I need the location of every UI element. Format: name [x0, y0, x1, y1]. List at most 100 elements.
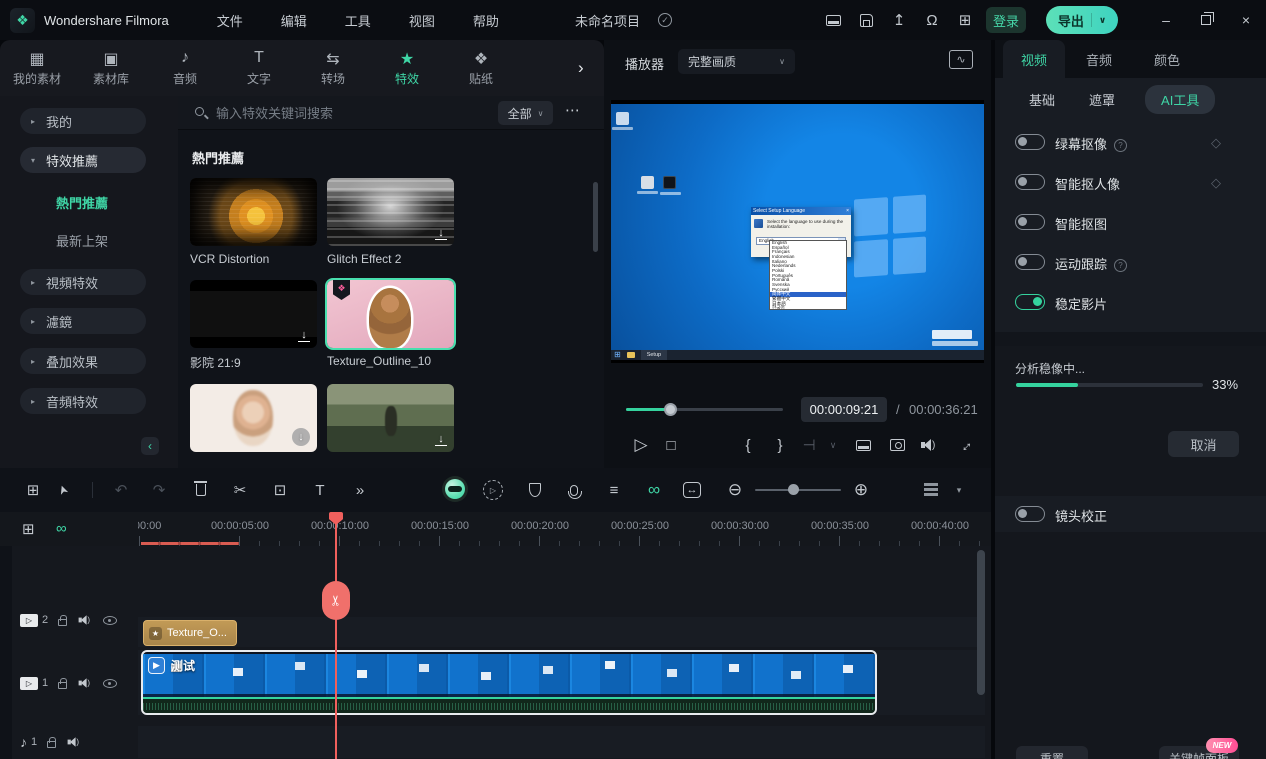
auto-ripple-link-icon[interactable]: ∞ [56, 520, 67, 537]
video-viewport[interactable]: Select Setup Language × Select the langu… [611, 100, 984, 363]
scissors-icon[interactable]: ✂ [229, 479, 251, 501]
effect-card-glitch[interactable]: ↓ Glitch Effect 2 [327, 178, 454, 266]
playhead-line[interactable] [335, 512, 337, 759]
zoom-in-icon[interactable]: ⊕ [850, 479, 872, 501]
login-button[interactable]: 登录 [986, 7, 1026, 33]
download-icon[interactable]: ↓ [292, 428, 310, 446]
clip-main-video[interactable]: ▶ 测试 [141, 650, 877, 715]
sidebar-item-overlays[interactable]: ▸ 叠加效果 [20, 348, 146, 374]
split-dropdown-icon[interactable]: ∨ [822, 434, 844, 456]
upload-cloud-icon[interactable]: ↥ [890, 11, 908, 29]
menu-help[interactable]: 帮助 [467, 8, 505, 33]
eye-visibility-icon[interactable] [103, 679, 117, 688]
tab-color[interactable]: 颜色 [1133, 40, 1201, 78]
menu-edit[interactable]: 编辑 [275, 8, 313, 33]
media-grid-icon[interactable]: ⊞ [22, 479, 44, 501]
playhead-split-scissors-button[interactable]: ✂ [322, 581, 350, 620]
timeline-zoom-handle[interactable] [788, 484, 799, 495]
playback-slider-handle[interactable] [664, 403, 677, 416]
stop-button[interactable]: □ [660, 434, 682, 456]
lock-icon[interactable] [58, 619, 67, 626]
download-icon[interactable]: ↓ [435, 228, 447, 240]
sidebar-item-hot[interactable]: 熱門推薦 [56, 193, 108, 212]
help-icon[interactable]: ? [1114, 139, 1127, 152]
current-timecode[interactable]: 00:00:09:21 [801, 397, 887, 422]
effect-thumbnail[interactable] [190, 178, 317, 246]
sidebar-item-recommended[interactable]: ▾ 特效推薦 [20, 147, 146, 173]
fit-timeline-icon[interactable]: ↔ [683, 482, 701, 498]
search-input[interactable] [216, 101, 476, 125]
record-mic-icon[interactable] [563, 479, 585, 501]
lens-correction-toggle[interactable] [1015, 506, 1045, 522]
timeline-ruler[interactable]: ⊞ ∞ 00:00:00 00:00:05:00 00:00:10:00 00:… [0, 512, 991, 546]
effect-thumbnail[interactable]: ↓ [190, 384, 317, 452]
subtab-basic[interactable]: 基础 [1029, 90, 1055, 109]
mark-out-button[interactable]: } [769, 434, 791, 456]
help-icon[interactable]: ? [1114, 259, 1127, 272]
effect-thumbnail[interactable]: ↓ [190, 280, 317, 348]
download-icon[interactable]: ↓ [435, 434, 447, 446]
lock-icon[interactable] [47, 741, 56, 748]
effect-card-texture-outline[interactable]: ❖ Texture_Outline_10 [327, 280, 454, 368]
mute-track-icon[interactable]: ) [79, 614, 92, 625]
quality-dropdown[interactable]: 完整画质 ∨ [678, 49, 795, 74]
play-button[interactable]: ▷ [630, 434, 652, 456]
tab-stock-media[interactable]: ▣ 素材库 [74, 49, 148, 87]
more-tools-icon[interactable]: » [349, 479, 371, 501]
more-options-icon[interactable]: ⋯ [565, 101, 581, 119]
sidebar-item-mine[interactable]: ▸ 我的 [20, 108, 146, 134]
menu-file[interactable]: 文件 [211, 8, 249, 33]
apps-grid-icon[interactable]: ⊞ [956, 11, 974, 29]
effect-thumbnail[interactable]: ❖ [327, 280, 454, 348]
effect-card-cinema[interactable]: ↓ 影院 21:9 [190, 280, 317, 371]
undo-icon[interactable]: ↶ [110, 479, 132, 501]
track-manager-dropdown-icon[interactable]: ▾ [948, 479, 970, 501]
display-device-button[interactable] [852, 434, 874, 456]
close-button[interactable]: × [1226, 0, 1266, 40]
effect-card-vcr[interactable]: VCR Distortion [190, 178, 317, 266]
portrait-cutout-toggle[interactable] [1015, 174, 1045, 190]
menu-tools[interactable]: 工具 [339, 8, 377, 33]
filter-dropdown[interactable]: 全部 ∨ [498, 101, 553, 125]
motion-tracking-toggle[interactable] [1015, 254, 1045, 270]
sidebar-item-filters[interactable]: ▸ 濾鏡 [20, 308, 146, 334]
lock-icon[interactable] [58, 682, 67, 689]
smart-cutout-toggle[interactable] [1015, 214, 1045, 230]
eye-visibility-icon[interactable] [103, 616, 117, 625]
fullscreen-button[interactable]: ↔ [949, 429, 980, 460]
mark-in-button[interactable]: { [737, 434, 759, 456]
stabilization-toggle[interactable] [1015, 294, 1045, 310]
text-tool-icon[interactable]: T [309, 479, 331, 501]
effect-card-portrait[interactable]: ↓ [190, 384, 317, 452]
redo-icon[interactable]: ↷ [148, 479, 170, 501]
export-dropdown-icon[interactable]: ∨ [1099, 15, 1106, 26]
clip-texture-effect[interactable]: ★ Texture_O... [143, 620, 237, 646]
layout-icon[interactable] [824, 11, 842, 29]
effect-thumbnail[interactable]: ↓ [327, 384, 454, 452]
sidebar-item-newest[interactable]: 最新上架 [56, 231, 108, 250]
keyframe-diamond-icon[interactable]: ◇ [1211, 135, 1221, 151]
tab-audio-props[interactable]: 音频 [1065, 40, 1133, 78]
sidebar-item-video-effects[interactable]: ▸ 視頻特效 [20, 269, 146, 295]
tab-effects[interactable]: ★ 特效 [370, 49, 444, 87]
export-button[interactable]: 导出 ∨ [1046, 6, 1118, 34]
effect-thumbnail[interactable]: ↓ [327, 178, 454, 246]
marker-shield-icon[interactable] [524, 479, 546, 501]
split-button[interactable]: ⊣ [798, 434, 820, 456]
track-manager-icon[interactable] [920, 479, 942, 501]
playback-slider[interactable] [626, 408, 783, 411]
tab-stickers[interactable]: ❖ 贴纸 [444, 49, 518, 87]
reset-button[interactable]: 重置 [1016, 746, 1088, 759]
zoom-out-icon[interactable]: ⊖ [724, 479, 746, 501]
ai-assistant-icon[interactable] [442, 476, 468, 502]
tab-text[interactable]: T 文字 [222, 49, 296, 87]
render-preview-icon[interactable]: ≡ [603, 479, 625, 501]
effect-card-landscape[interactable]: ↓ [327, 384, 454, 452]
keyframe-diamond-icon[interactable]: ◇ [1211, 175, 1221, 191]
scene-detect-icon[interactable]: ∞ [643, 479, 665, 501]
support-headset-icon[interactable]: Ω [923, 11, 941, 29]
effects-scrollbar[interactable] [593, 182, 598, 252]
tabbar-expand-icon[interactable]: › [578, 58, 584, 78]
cancel-button[interactable]: 取消 [1168, 431, 1239, 457]
tab-video[interactable]: 视频 [1003, 40, 1065, 78]
